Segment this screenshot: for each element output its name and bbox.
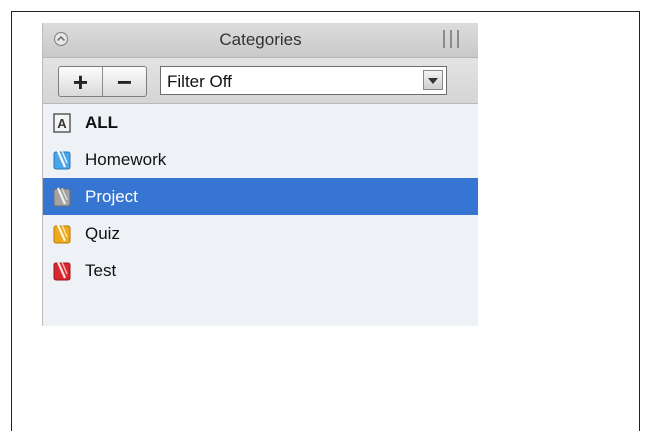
panel-toolbar: + − Filter Off <box>43 58 478 104</box>
all-letter-icon: A <box>53 113 71 133</box>
category-label: Test <box>85 261 117 280</box>
category-label: Project <box>85 187 138 206</box>
panel-titlebar: Categories <box>43 23 478 58</box>
chevron-down-icon[interactable] <box>423 70 443 90</box>
grip-handle-icon[interactable] <box>443 30 467 50</box>
filter-value: Filter Off <box>167 72 232 91</box>
panel-title: Categories <box>219 30 302 49</box>
categories-panel: Categories + − Filter Off A ALL Homework… <box>42 23 478 326</box>
svg-text:A: A <box>57 116 67 131</box>
remove-category-button[interactable]: − <box>103 67 146 96</box>
category-item-all[interactable]: A ALL <box>43 104 478 141</box>
category-item-homework[interactable]: Homework <box>43 141 478 178</box>
category-label: ALL <box>85 113 119 132</box>
category-item-test[interactable]: Test <box>43 252 478 289</box>
category-item-quiz[interactable]: Quiz <box>43 215 478 252</box>
add-remove-group: + − <box>58 66 147 97</box>
add-category-button[interactable]: + <box>59 67 103 96</box>
clip-icon <box>53 261 71 281</box>
category-item-project[interactable]: Project <box>43 178 478 215</box>
clip-icon <box>53 187 71 207</box>
category-label: Homework <box>85 150 167 169</box>
filter-dropdown[interactable]: Filter Off <box>160 66 447 95</box>
clip-icon <box>53 150 71 170</box>
category-list: A ALL Homework Project Quiz Test <box>43 104 478 326</box>
clip-icon <box>53 224 71 244</box>
category-label: Quiz <box>85 224 120 243</box>
